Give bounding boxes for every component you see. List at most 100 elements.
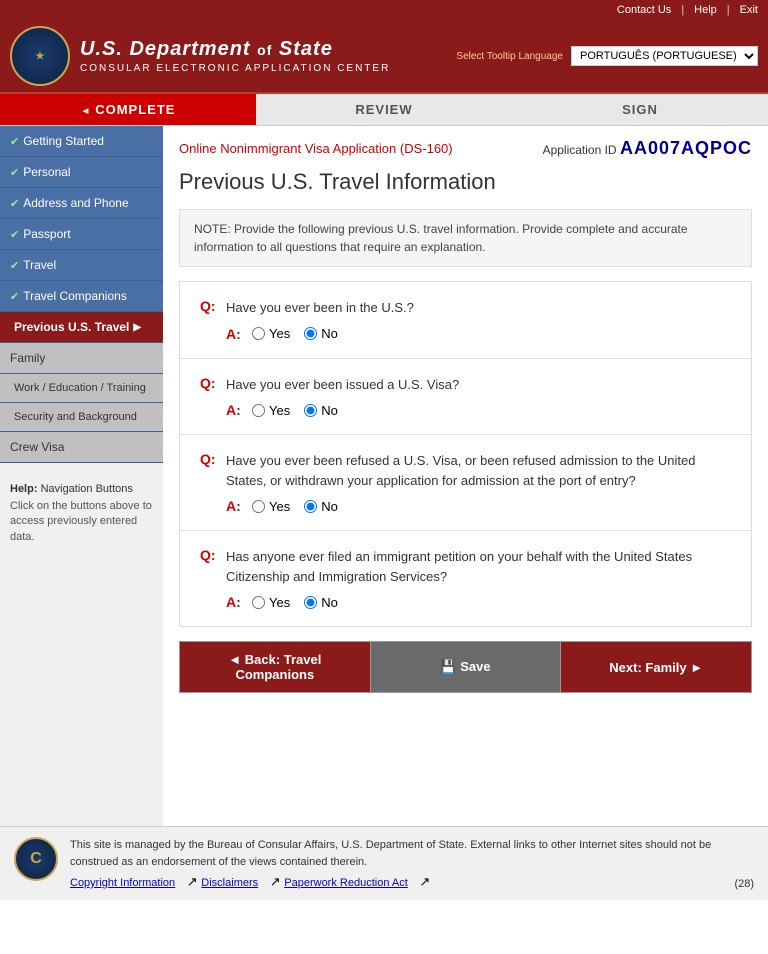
q4-answer-label: A: [226,594,246,610]
header-left: ★ U.S. Department of State CONSULAR ELEC… [10,26,390,86]
q3-no-radio[interactable] [304,500,317,513]
question-block-4: Q: Has anyone ever filed an immigrant pe… [180,531,751,626]
q2-radio-group: Yes No [252,403,338,418]
app-id-bar: Online Nonimmigrant Visa Application (DS… [179,138,752,159]
save-button[interactable]: 💾 Save [371,642,562,692]
exit-link[interactable]: Exit [740,4,758,16]
question-block-3: Q: Have you ever been refused a U.S. Vis… [180,435,751,531]
sidebar-item-crew-visa[interactable]: Crew Visa [0,432,163,463]
sidebar-item-travel[interactable]: Travel [0,250,163,281]
copyright-link[interactable]: Copyright Information [70,877,175,889]
top-bar: Contact Us | Help | Exit [0,0,768,20]
q1-label: Q: [200,298,220,314]
q3-label: Q: [200,451,220,467]
footer-links: Copyright Information ↗ Disclaimers ↗ Pa… [70,874,722,890]
q4-no-radio[interactable] [304,596,317,609]
q4-label: Q: [200,547,220,563]
q3-row: Q: Have you ever been refused a U.S. Vis… [200,451,731,490]
help-link[interactable]: Help [694,4,717,16]
q2-label: Q: [200,375,220,391]
q2-yes-radio[interactable] [252,404,265,417]
q1-answer-row: A: Yes No [226,326,731,342]
q2-row: Q: Have you ever been issued a U.S. Visa… [200,375,731,395]
main-layout: Getting Started Personal Address and Pho… [0,126,768,826]
tab-complete[interactable]: COMPLETE [0,94,256,125]
language-select[interactable]: PORTUGUÊS (PORTUGUESE) [571,46,758,66]
header: ★ U.S. Department of State CONSULAR ELEC… [0,20,768,94]
question-block-1: Q: Have you ever been in the U.S.? A: Ye… [180,282,751,359]
seal-icon: ★ [10,26,70,86]
q1-radio-group: Yes No [252,326,338,341]
bottom-nav: ◄ Back: Travel Companions 💾 Save Next: F… [179,641,752,693]
sidebar-item-family[interactable]: Family [0,343,163,374]
footer-seal-icon: C [14,837,58,881]
q4-answer-row: A: Yes No [226,594,731,610]
q2-answer-row: A: Yes No [226,402,731,418]
footer-count: (28) [734,878,754,890]
sidebar-help: Help: Navigation Buttons Click on the bu… [0,473,163,555]
q1-yes-radio[interactable] [252,327,265,340]
sidebar-item-security[interactable]: Security and Background [0,403,163,432]
q3-answer-label: A: [226,498,246,514]
q2-text: Have you ever been issued a U.S. Visa? [226,375,459,395]
q1-text: Have you ever been in the U.S.? [226,298,414,318]
q1-answer-label: A: [226,326,246,342]
help-title: Help: [10,483,41,495]
dept-name: U.S. Department of State [80,38,390,61]
footer: C This site is managed by the Bureau of … [0,826,768,900]
sidebar-item-passport[interactable]: Passport [0,219,163,250]
sidebar-item-work-education[interactable]: Work / Education / Training [0,374,163,403]
q3-yes-radio[interactable] [252,500,265,513]
q4-yes-radio[interactable] [252,596,265,609]
q1-yes-option[interactable]: Yes [252,326,290,341]
q4-text: Has anyone ever filed an immigrant petit… [226,547,731,586]
q3-radio-group: Yes No [252,499,338,514]
q2-no-radio[interactable] [304,404,317,417]
app-id-value: AA007AQPOC [620,138,752,158]
q4-no-option[interactable]: No [304,595,338,610]
q4-row: Q: Has anyone ever filed an immigrant pe… [200,547,731,586]
contact-link[interactable]: Contact Us [617,4,671,16]
sidebar-item-personal[interactable]: Personal [0,157,163,188]
sidebar: Getting Started Personal Address and Pho… [0,126,163,826]
q3-no-option[interactable]: No [304,499,338,514]
next-button[interactable]: Next: Family ► [561,642,751,692]
q4-yes-option[interactable]: Yes [252,595,290,610]
header-right: Select Tooltip Language PORTUGUÊS (PORTU… [456,46,758,66]
sidebar-item-previous-travel[interactable]: Previous U.S. Travel [0,312,163,343]
q1-no-option[interactable]: No [304,326,338,341]
q2-yes-option[interactable]: Yes [252,403,290,418]
tab-sign[interactable]: SIGN [512,94,768,125]
q1-row: Q: Have you ever been in the U.S.? [200,298,731,318]
sidebar-item-travel-companions[interactable]: Travel Companions [0,281,163,312]
header-title: U.S. Department of State CONSULAR ELECTR… [80,38,390,74]
content-area: Online Nonimmigrant Visa Application (DS… [163,126,768,826]
q2-answer-label: A: [226,402,246,418]
help-nav-label: Navigation Buttons [41,483,133,495]
help-text: Click on the buttons above to access pre… [10,499,153,545]
app-id: Application ID AA007AQPOC [543,138,752,159]
sidebar-item-address[interactable]: Address and Phone [0,188,163,219]
q4-radio-group: Yes No [252,595,338,610]
app-id-label: Application ID [543,143,617,157]
progress-tabs: COMPLETE REVIEW SIGN [0,94,768,126]
tab-review[interactable]: REVIEW [256,94,512,125]
form-title: Online Nonimmigrant Visa Application (DS… [179,141,453,156]
q3-yes-option[interactable]: Yes [252,499,290,514]
sidebar-item-getting-started[interactable]: Getting Started [0,126,163,157]
footer-content: This site is managed by the Bureau of Co… [70,837,722,890]
disclaimers-link[interactable]: Disclaimers [201,877,258,889]
q3-answer-row: A: Yes No [226,498,731,514]
dept-subtitle: CONSULAR ELECTRONIC APPLICATION CENTER [80,63,390,74]
q3-text: Have you ever been refused a U.S. Visa, … [226,451,731,490]
tooltip-label: Select Tooltip Language [456,51,563,62]
note-box: NOTE: Provide the following previous U.S… [179,209,752,267]
paperwork-link[interactable]: Paperwork Reduction Act [284,877,408,889]
q1-no-radio[interactable] [304,327,317,340]
back-button[interactable]: ◄ Back: Travel Companions [180,642,371,692]
q2-no-option[interactable]: No [304,403,338,418]
question-block-2: Q: Have you ever been issued a U.S. Visa… [180,359,751,436]
page-title: Previous U.S. Travel Information [179,169,752,195]
questions-box: Q: Have you ever been in the U.S.? A: Ye… [179,281,752,627]
footer-text: This site is managed by the Bureau of Co… [70,837,722,870]
